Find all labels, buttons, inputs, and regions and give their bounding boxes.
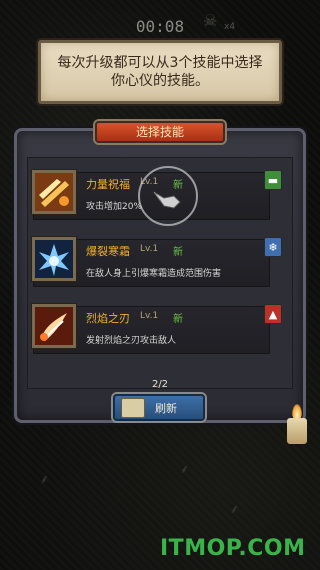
- refresh-label: 刷新: [155, 401, 177, 415]
- candle-icon: [287, 418, 307, 444]
- snowflake-icon: ❄: [264, 237, 282, 257]
- page-indicator: 2/2: [151, 379, 169, 390]
- bones-decoration: ⸙: [230, 502, 240, 516]
- skill-description: 在敌人身上引爆寒霜造成范围伤害: [86, 269, 222, 279]
- skill-name: 烈焰之刃: [86, 312, 130, 325]
- panel-title: 选择技能: [95, 121, 225, 143]
- site-watermark: ITMOP.COM: [160, 536, 306, 561]
- skill-level: Lv.1: [140, 311, 159, 321]
- skill-name: 力量祝福: [86, 178, 130, 191]
- skill-description: 攻击增加20%: [86, 202, 143, 212]
- bones-decoration: ⸙: [40, 472, 50, 486]
- game-timer: 00:08: [135, 17, 185, 36]
- skill-name: 爆裂寒霜: [86, 245, 130, 258]
- refresh-button[interactable]: 刷新: [113, 394, 205, 421]
- flame-blade-icon: [32, 304, 76, 348]
- skill-card-flame-blade[interactable]: 烈焰之刃 Lv.1 新 发射烈焰之刃攻击敌人: [32, 304, 270, 354]
- new-tag: 新: [173, 247, 183, 258]
- skill-card-frost-burst[interactable]: 爆裂寒霜 Lv.1 新 在敌人身上引爆寒霜造成范围伤害: [32, 237, 270, 287]
- skill-description: 发射烈焰之刃攻击敌人: [86, 336, 177, 346]
- tutorial-tip-banner: 每次升级都可以从3个技能中选择你心仪的技能。: [38, 40, 282, 104]
- strength-blessing-icon: [32, 170, 76, 214]
- skull-icon: ☠: [203, 11, 218, 30]
- skill-level: Lv.1: [140, 244, 159, 254]
- bones-decoration: ⸙: [180, 462, 190, 476]
- tip-text: 每次升级都可以从3个技能中选择你心仪的技能。: [57, 55, 263, 89]
- fire-icon: ▲: [264, 304, 282, 324]
- new-tag: 新: [173, 314, 183, 325]
- kill-count: x4: [224, 22, 236, 32]
- pointing-hand-icon: [153, 191, 181, 209]
- book-icon: ▬: [264, 170, 282, 190]
- scroll-icon: [121, 397, 145, 418]
- frost-burst-icon: [32, 237, 76, 281]
